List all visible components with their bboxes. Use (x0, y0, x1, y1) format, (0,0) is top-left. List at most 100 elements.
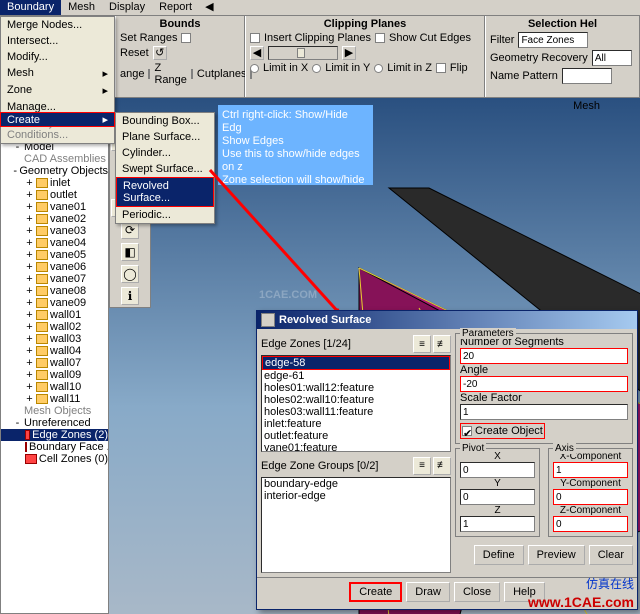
list-item[interactable]: outlet:feature (262, 430, 450, 442)
define-button[interactable]: Define (474, 545, 524, 565)
tool-cube-icon[interactable]: ◧ (121, 243, 139, 261)
tree-item[interactable]: +vane07 (1, 273, 108, 285)
tool-lasso-icon[interactable]: ◯ (121, 265, 139, 283)
flip-checkbox[interactable] (436, 63, 446, 73)
tree-item[interactable]: +vane09 (1, 297, 108, 309)
draw-button[interactable]: Draw (406, 582, 450, 602)
tree-item[interactable]: +wall07 (1, 357, 108, 369)
tree-unref[interactable]: -Unreferenced (1, 417, 108, 429)
tree-item[interactable]: +vane02 (1, 213, 108, 225)
reset-button[interactable]: ↺ (153, 46, 167, 60)
tree-item[interactable]: +wall11 (1, 393, 108, 405)
tree-geom[interactable]: -Geometry Objects (1, 165, 108, 177)
tree-item[interactable]: +wall10 (1, 381, 108, 393)
nseg-input[interactable] (460, 348, 628, 364)
tree-item[interactable]: +inlet (1, 177, 108, 189)
submenu-cylinder[interactable]: Cylinder... (116, 145, 214, 161)
reset-label: Reset (120, 47, 149, 59)
tree-item[interactable]: +vane08 (1, 285, 108, 297)
list-deselect-icon[interactable]: ≢ (433, 335, 451, 353)
geometry-recovery-combo[interactable] (592, 50, 632, 66)
list-item[interactable]: interior-edge (262, 490, 450, 502)
list-item[interactable]: boundary-edge (262, 478, 450, 490)
menu-create[interactable]: Create▸ (0, 112, 115, 127)
ribbon: Bounds Set Ranges Reset↺ ange Z Range Cu… (115, 16, 640, 98)
zrange-checkbox[interactable] (191, 69, 193, 79)
pivot-fieldset: Pivot X Y Z (455, 448, 540, 537)
pivot-x-input[interactable] (460, 462, 535, 478)
list-item[interactable]: vane01:feature (262, 442, 450, 452)
geometry-recovery-label: Geometry Recovery (490, 52, 588, 64)
clear-button[interactable]: Clear (589, 545, 633, 565)
dialog-icon (261, 313, 275, 327)
tree-boundary-face[interactable]: Boundary Face ... (1, 441, 108, 453)
slider-right-button[interactable]: ▶ (342, 46, 356, 60)
groups-deselect-icon[interactable]: ≢ (433, 457, 451, 475)
scale-input[interactable] (460, 404, 628, 420)
pivot-y-input[interactable] (460, 489, 535, 505)
list-select-all-icon[interactable]: ≡ (413, 335, 431, 353)
close-button[interactable]: Close (454, 582, 500, 602)
tree-edge-zones[interactable]: Edge Zones (2) (1, 429, 108, 441)
clipping-slider[interactable] (268, 46, 338, 60)
angle-input[interactable] (460, 376, 628, 392)
limit-x-label: Limit in X (263, 62, 308, 74)
limit-x-radio[interactable] (250, 64, 259, 73)
pivot-z-input[interactable] (460, 516, 535, 532)
axis-z-input[interactable] (553, 516, 628, 532)
filter-combo[interactable] (518, 32, 588, 48)
axis-y-input[interactable] (553, 489, 628, 505)
submenu-bounding-box[interactable]: Bounding Box... (116, 113, 214, 129)
name-pattern-input[interactable] (562, 68, 612, 84)
axis-x-input[interactable] (553, 462, 628, 478)
groups-select-all-icon[interactable]: ≡ (413, 457, 431, 475)
edge-groups-listbox[interactable]: boundary-edgeinterior-edge (261, 477, 451, 574)
dialog-titlebar[interactable]: Revolved Surface (257, 311, 637, 329)
model-tree[interactable]: -sh Generation -Model CAD Assemblies -Ge… (0, 128, 109, 614)
tree-item[interactable]: +wall09 (1, 369, 108, 381)
preview-button[interactable]: Preview (528, 545, 585, 565)
tool-info-icon[interactable]: ℹ (121, 287, 139, 305)
menu-mesh-sub[interactable]: Mesh▸ (1, 65, 114, 82)
pivot-z-label: Z (460, 505, 535, 516)
scale-label: Scale Factor (460, 392, 628, 404)
menu-display[interactable]: Display (102, 0, 152, 15)
tree-item[interactable]: +vane01 (1, 201, 108, 213)
slider-left-button[interactable]: ◀ (250, 46, 264, 60)
list-item[interactable]: holes02:wall10:feature (262, 394, 450, 406)
menu-report[interactable]: Report (152, 0, 199, 15)
tree-item[interactable]: +vane06 (1, 261, 108, 273)
menu-mesh[interactable]: Mesh (61, 0, 102, 15)
list-item[interactable]: inlet:feature (262, 418, 450, 430)
menu-boundary[interactable]: Boundary (0, 0, 61, 15)
edge-zones-listbox[interactable]: edge-58edge-61holes01:wall12:featurehole… (261, 355, 451, 452)
menu-intersect[interactable]: Intersect... (1, 33, 114, 49)
tree-cell-zones[interactable]: Cell Zones (0) (1, 453, 108, 465)
list-item[interactable]: holes01:wall12:feature (262, 382, 450, 394)
tree-item[interactable]: +outlet (1, 189, 108, 201)
menu-merge-nodes[interactable]: Merge Nodes... (1, 17, 114, 33)
tree-item[interactable]: +wall01 (1, 309, 108, 321)
create-object-checkbox[interactable]: ✔ (462, 426, 472, 436)
create-button[interactable]: Create (349, 582, 402, 602)
tree-item[interactable]: +vane03 (1, 225, 108, 237)
menubar-chevron-left-icon[interactable]: ◀ (199, 0, 219, 15)
limit-y-radio[interactable] (312, 64, 321, 73)
menu-zone-sub[interactable]: Zone▸ (1, 82, 114, 99)
list-item[interactable]: holes03:wall11:feature (262, 406, 450, 418)
tree-item[interactable]: +wall02 (1, 321, 108, 333)
limit-z-radio[interactable] (374, 64, 383, 73)
show-cut-label: Show Cut Edges (389, 32, 471, 44)
ange-checkbox[interactable] (148, 69, 150, 79)
tree-item[interactable]: +vane05 (1, 249, 108, 261)
tree-item[interactable]: +wall04 (1, 345, 108, 357)
list-item[interactable]: edge-61 (262, 370, 450, 382)
menu-modify[interactable]: Modify... (1, 49, 114, 65)
list-item[interactable]: edge-58 (262, 356, 450, 370)
submenu-plane-surface[interactable]: Plane Surface... (116, 129, 214, 145)
show-cut-checkbox[interactable] (375, 33, 385, 43)
set-ranges-checkbox[interactable] (181, 33, 191, 43)
insert-clipping-checkbox[interactable] (250, 33, 260, 43)
tree-item[interactable]: +vane04 (1, 237, 108, 249)
tree-item[interactable]: +wall03 (1, 333, 108, 345)
